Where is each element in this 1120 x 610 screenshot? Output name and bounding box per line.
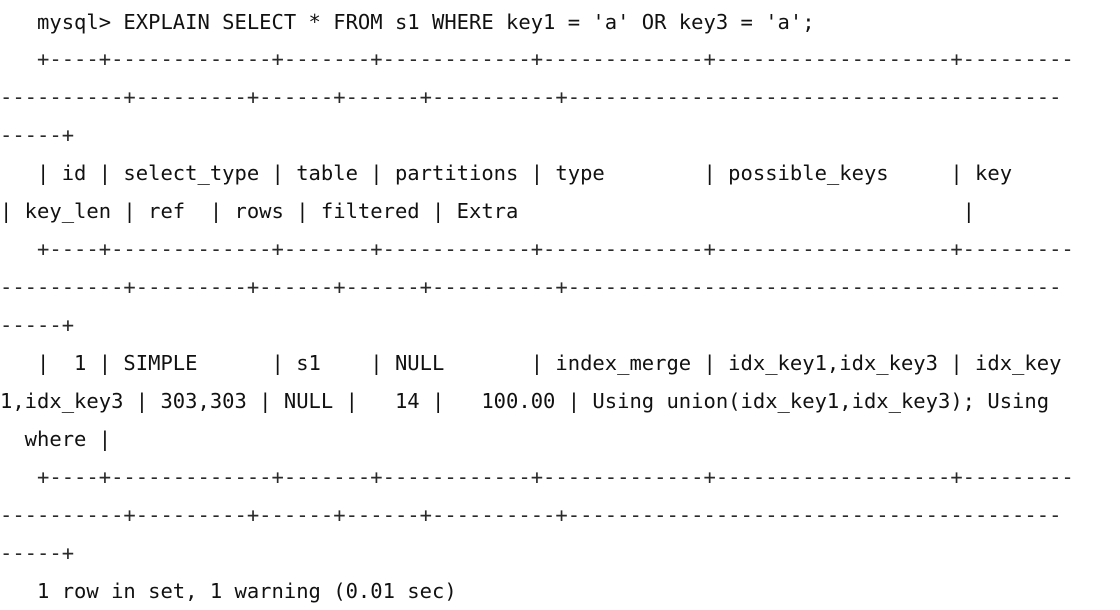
terminal-line-header-2: | key_len | ref | rows | filtered | Extr… <box>0 199 976 223</box>
terminal-line-separator-bottom-1: +----+-------------+-------+------------… <box>0 465 1074 489</box>
terminal-line-row-1: | 1 | SIMPLE | s1 | NULL | index_merge |… <box>0 351 1062 375</box>
terminal-output: mysql> EXPLAIN SELECT * FROM s1 WHERE ke… <box>0 0 1120 603</box>
terminal-line-separator-top-2: ----------+---------+------+------+-----… <box>0 85 1062 109</box>
terminal-line-row-2: 1,idx_key3 | 303,303 | NULL | 14 | 100.0… <box>0 389 1050 413</box>
terminal-line-command: mysql> EXPLAIN SELECT * FROM s1 WHERE ke… <box>0 10 815 34</box>
terminal-line-header-1: | id | select_type | table | partitions … <box>0 161 1074 185</box>
terminal-line-separator-bottom-3: -----+ <box>0 541 75 565</box>
terminal-line-separator-bottom-2: ----------+---------+------+------+-----… <box>0 503 1062 527</box>
terminal-line-separator-mid-1: +----+-------------+-------+------------… <box>0 237 1074 261</box>
terminal-line-separator-mid-3: -----+ <box>0 313 75 337</box>
terminal-line-separator-top-3: -----+ <box>0 123 75 147</box>
terminal-line-status: 1 row in set, 1 warning (0.01 sec) <box>0 579 457 603</box>
terminal-line-separator-top-1: +----+-------------+-------+------------… <box>0 47 1074 71</box>
terminal-line-row-3: where | <box>0 427 112 451</box>
terminal-line-separator-mid-2: ----------+---------+------+------+-----… <box>0 275 1062 299</box>
